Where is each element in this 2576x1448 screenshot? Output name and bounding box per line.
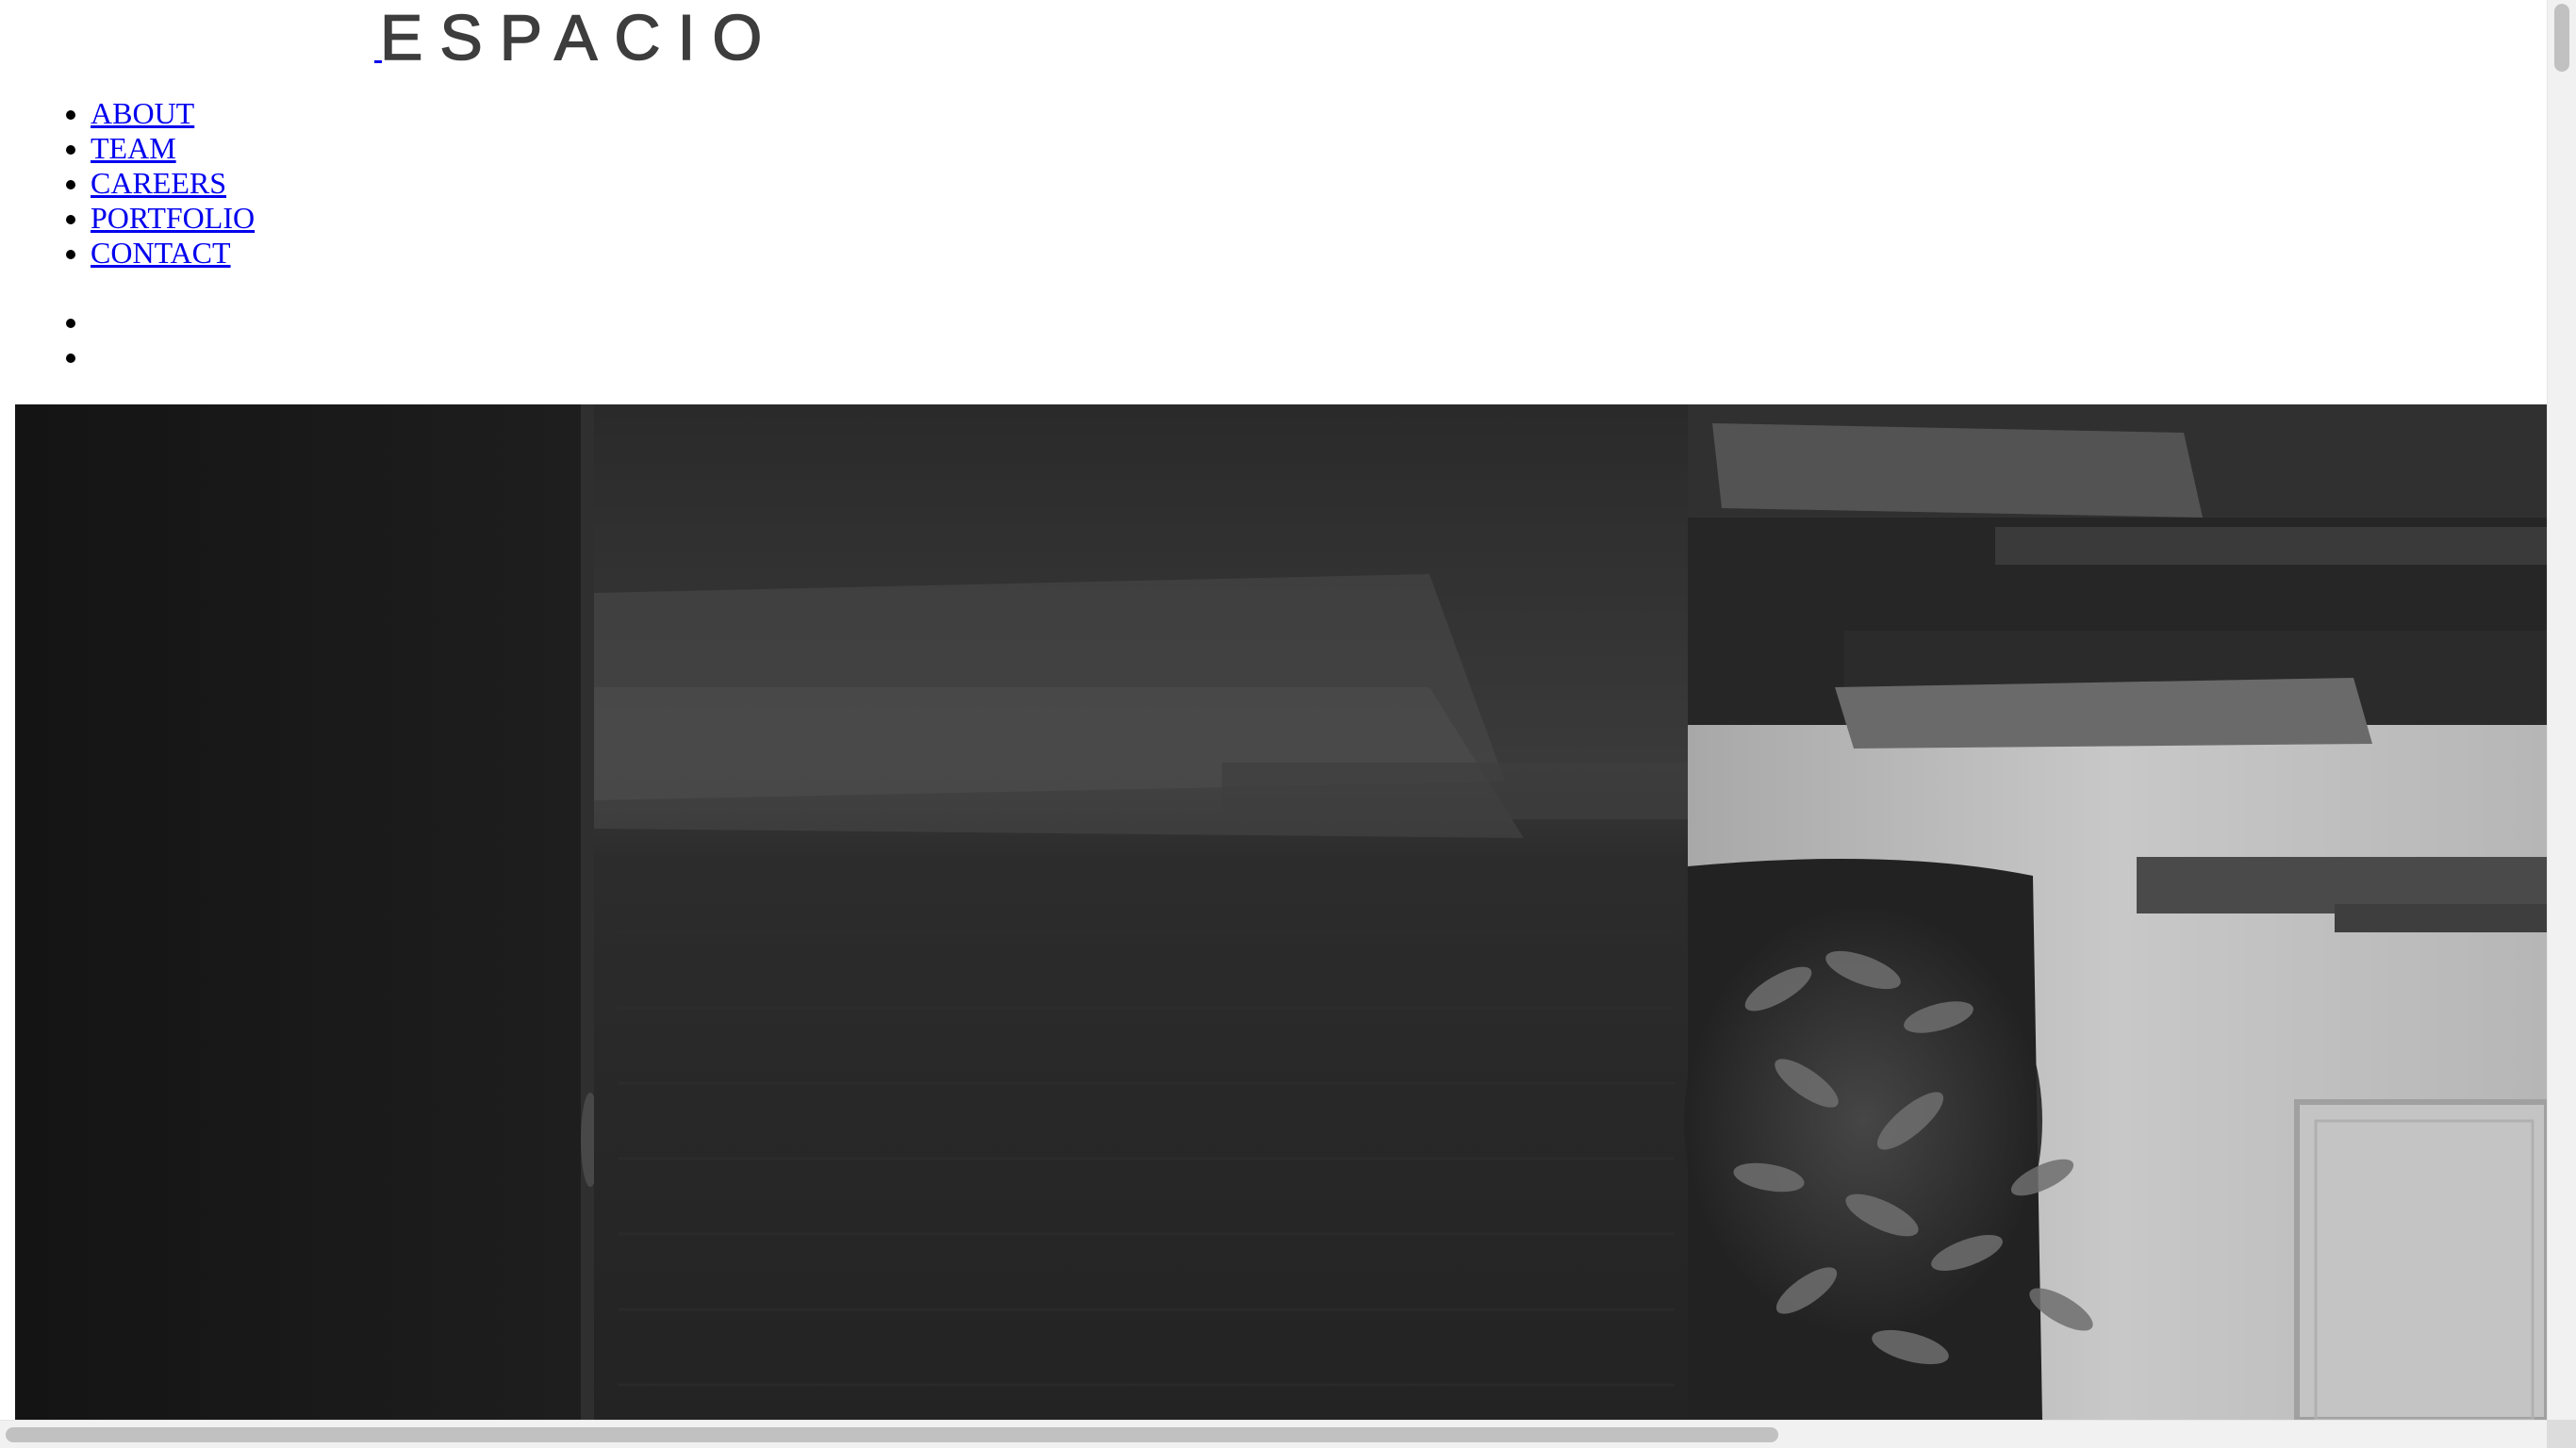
horizontal-scrollbar-thumb[interactable] (6, 1427, 1778, 1442)
vertical-scrollbar[interactable] (2547, 0, 2576, 1420)
nav-item: TEAM (91, 131, 255, 166)
nav-item: PORTFOLIO (91, 201, 255, 236)
page: ESPACIO ABOUT TEAM CAREERS PORTFOLIO CON… (0, 0, 2576, 1448)
hero-video[interactable] (15, 404, 2547, 1420)
hero-video-frame (15, 404, 2547, 1420)
nav-item: ABOUT (91, 96, 255, 131)
nav-link-portfolio[interactable]: PORTFOLIO (91, 201, 255, 235)
logo[interactable]: ESPACIO (379, 0, 779, 75)
nav-link-about[interactable]: ABOUT (91, 96, 194, 130)
nav-item: CAREERS (91, 166, 255, 201)
nav-link-careers[interactable]: CAREERS (91, 166, 226, 200)
nav-link-team[interactable]: TEAM (91, 131, 176, 165)
scrollbar-corner (2547, 1420, 2576, 1448)
horizontal-scrollbar[interactable] (0, 1420, 2547, 1448)
nav-link-contact[interactable]: CONTACT (91, 236, 231, 270)
vertical-scrollbar-thumb[interactable] (2554, 4, 2569, 72)
main-nav: ABOUT TEAM CAREERS PORTFOLIO CONTACT (0, 96, 255, 271)
nav-item: CONTACT (91, 236, 255, 271)
social-list (0, 304, 91, 374)
